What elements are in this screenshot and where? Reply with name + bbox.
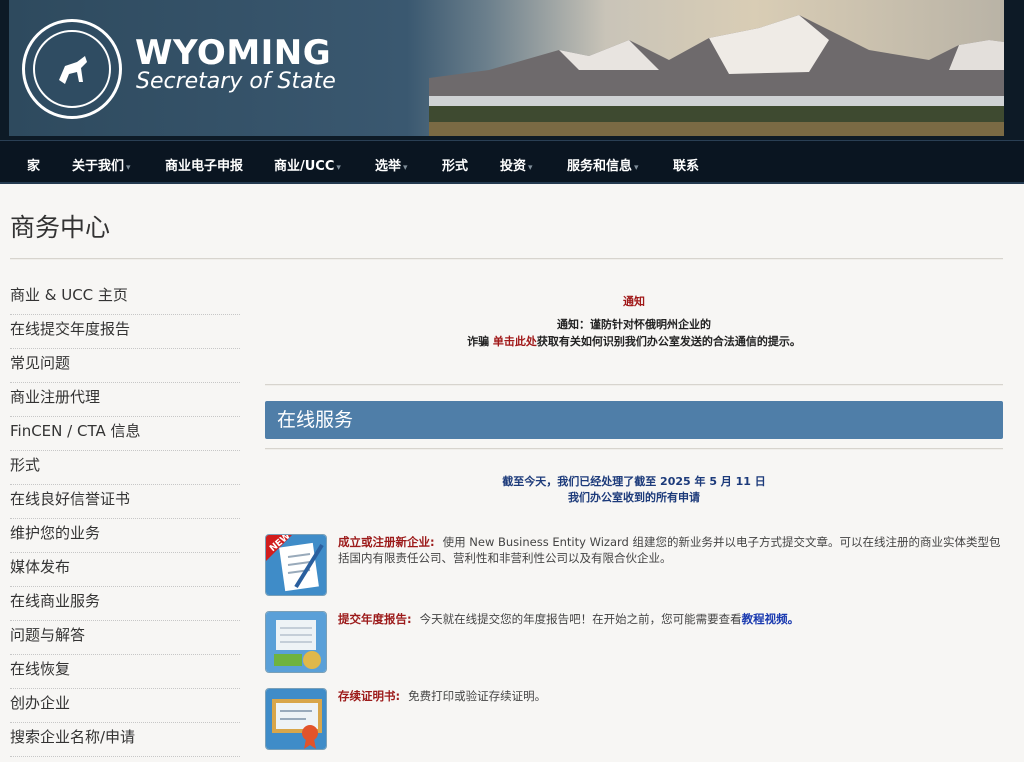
notice-title: 通知	[623, 295, 645, 308]
sidebar-item-good-standing[interactable]: 在线良好信誉证书	[10, 485, 240, 519]
sidebar-item-start-business[interactable]: 创办企业	[10, 689, 240, 723]
sidebar-item-annual-report[interactable]: 在线提交年度报告	[10, 315, 240, 349]
report-money-icon[interactable]	[265, 611, 327, 673]
new-document-icon[interactable]: NEW	[265, 534, 327, 596]
sidebar-item-maintain-business[interactable]: 维护您的业务	[10, 519, 240, 553]
nav-item-about[interactable]: 关于我们 ▾	[72, 155, 131, 174]
notice-line2: 诈骗 单击此处获取有关如何识别我们办公室发送的合法通信的提示。	[467, 335, 801, 348]
brand-subtitle[interactable]: Secretary of State	[136, 69, 336, 94]
nav-item-services[interactable]: 服务和信息 ▾	[567, 155, 639, 174]
service-certificate: 存续证明书: 免费打印或验证存续证明。	[265, 688, 1003, 750]
nav-item-investing[interactable]: 投资 ▾	[500, 155, 533, 174]
service-text: 提交年度报告: 今天就在线提交您的年度报告吧！在开始之前，您可能需要查看教程视频。	[338, 612, 800, 626]
sidebar: 商业 & UCC 主页 在线提交年度报告 常见问题 商业注册代理 FinCEN …	[10, 281, 240, 757]
service-text: 成立或注册新企业: 使用 New Business Entity Wizard 组…	[338, 535, 1001, 565]
service-annual-report: 提交年度报告: 今天就在线提交您的年度报告吧！在开始之前，您可能需要查看教程视频。	[265, 611, 1003, 673]
wyoming-seal-logo[interactable]	[22, 19, 122, 119]
service-new-business: NEW 成立或注册新企业: 使用 New Business Entity Wiza…	[265, 534, 1003, 596]
caret-down-icon: ▾	[336, 163, 341, 173]
brand-title[interactable]: WYOMING	[135, 33, 331, 73]
caret-down-icon: ▾	[528, 163, 533, 173]
certificate-icon[interactable]	[265, 688, 327, 750]
nav-item-elections[interactable]: 选举 ▾	[375, 155, 408, 174]
nav-item-business-ucc[interactable]: 商业/UCC ▾	[274, 155, 341, 174]
notice-line1: 通知：谨防针对怀俄明州企业的	[557, 318, 711, 331]
notice-box: 通知 通知：谨防针对怀俄明州企业的 诈骗 单击此处获取有关如何识别我们办公室发送…	[265, 293, 1003, 350]
sidebar-item-registered-agents[interactable]: 商业注册代理	[10, 383, 240, 417]
click-here-link[interactable]: 单击此处	[493, 335, 537, 348]
sidebar-item-media-releases[interactable]: 媒体发布	[10, 553, 240, 587]
divider	[265, 448, 1003, 450]
processing-status: 截至今天，我们已经处理了截至 2025 年 5 月 11 日 我们办公室收到的所…	[502, 475, 766, 504]
tutorial-video-link[interactable]: 教程视频。	[742, 612, 800, 626]
sidebar-item-forms[interactable]: 形式	[10, 451, 240, 485]
sidebar-item-reinstatement[interactable]: 在线恢复	[10, 655, 240, 689]
service-title-link[interactable]: 提交年度报告:	[338, 612, 412, 626]
divider	[265, 384, 1003, 386]
online-services-heading: 在线服务	[265, 401, 1003, 439]
service-text: 存续证明书: 免费打印或验证存续证明。	[338, 689, 547, 703]
site-header: WYOMING Secretary of State	[0, 0, 1024, 140]
service-title-link[interactable]: 成立或注册新企业:	[338, 535, 435, 549]
main-nav: 家 关于我们 ▾ 商业电子申报 商业/UCC ▾ 选举 ▾ 形式 投资 ▾ 服务和信息 ▾…	[0, 140, 1024, 184]
sidebar-item-fincen-cta[interactable]: FinCEN / CTA 信息	[10, 417, 240, 451]
page-title: 商务中心	[10, 213, 111, 242]
mountain-image	[429, 15, 1004, 136]
sidebar-item-faq[interactable]: 常见问题	[10, 349, 240, 383]
nav-item-efiling[interactable]: 商业电子申报	[165, 155, 243, 174]
nav-item-forms[interactable]: 形式	[442, 155, 468, 174]
service-title-link[interactable]: 存续证明书:	[338, 689, 400, 703]
nav-item-contact[interactable]: 联系	[673, 155, 699, 174]
caret-down-icon: ▾	[403, 163, 408, 173]
sidebar-item-online-services[interactable]: 在线商业服务	[10, 587, 240, 621]
sidebar-item-business-ucc-home[interactable]: 商业 & UCC 主页	[10, 281, 240, 315]
sidebar-item-qa[interactable]: 问题与解答	[10, 621, 240, 655]
nav-item-home[interactable]: 家	[27, 155, 40, 174]
caret-down-icon: ▾	[634, 163, 639, 173]
caret-down-icon: ▾	[126, 163, 131, 173]
sidebar-item-search[interactable]: 搜索企业名称/申请	[10, 723, 240, 757]
divider	[10, 258, 1003, 260]
